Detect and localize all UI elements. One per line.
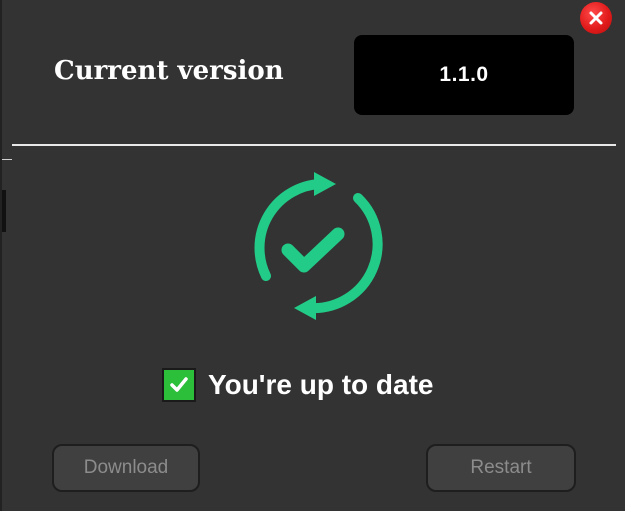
edge-tab bbox=[2, 190, 6, 232]
version-display: 1.1.0 bbox=[354, 35, 574, 115]
version-value: 1.1.0 bbox=[439, 63, 489, 86]
edge-divider bbox=[2, 159, 12, 160]
close-button[interactable] bbox=[580, 2, 612, 34]
check-icon bbox=[170, 377, 188, 392]
current-version-label: Current version bbox=[54, 56, 284, 86]
header-divider bbox=[12, 144, 616, 146]
sync-check-icon bbox=[254, 172, 383, 320]
status-row: You're up to date bbox=[162, 366, 433, 404]
status-text: You're up to date bbox=[208, 369, 434, 400]
update-dialog: Current version 1.1.0 You're up to date … bbox=[0, 0, 625, 511]
close-icon bbox=[589, 11, 603, 25]
status-checkbox bbox=[162, 368, 196, 402]
restart-button[interactable]: Restart bbox=[426, 444, 576, 492]
download-button[interactable]: Download bbox=[52, 444, 200, 492]
